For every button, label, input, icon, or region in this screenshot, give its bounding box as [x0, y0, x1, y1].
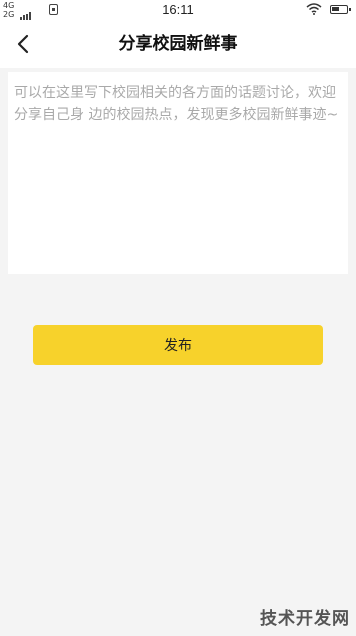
post-content-input[interactable]	[8, 72, 348, 274]
back-button[interactable]	[10, 30, 38, 58]
watermark: 技术开发网	[260, 609, 350, 629]
page-title: 分享校园新鲜事	[118, 34, 238, 54]
publish-button[interactable]: 发布	[33, 325, 323, 365]
battery-icon	[330, 5, 351, 14]
app-header: 分享校园新鲜事	[0, 20, 356, 68]
back-chevron-icon	[17, 34, 29, 54]
wifi-icon	[306, 3, 322, 15]
status-time: 16:11	[162, 2, 194, 17]
status-bar: 4G 2G 16:11	[0, 0, 356, 29]
